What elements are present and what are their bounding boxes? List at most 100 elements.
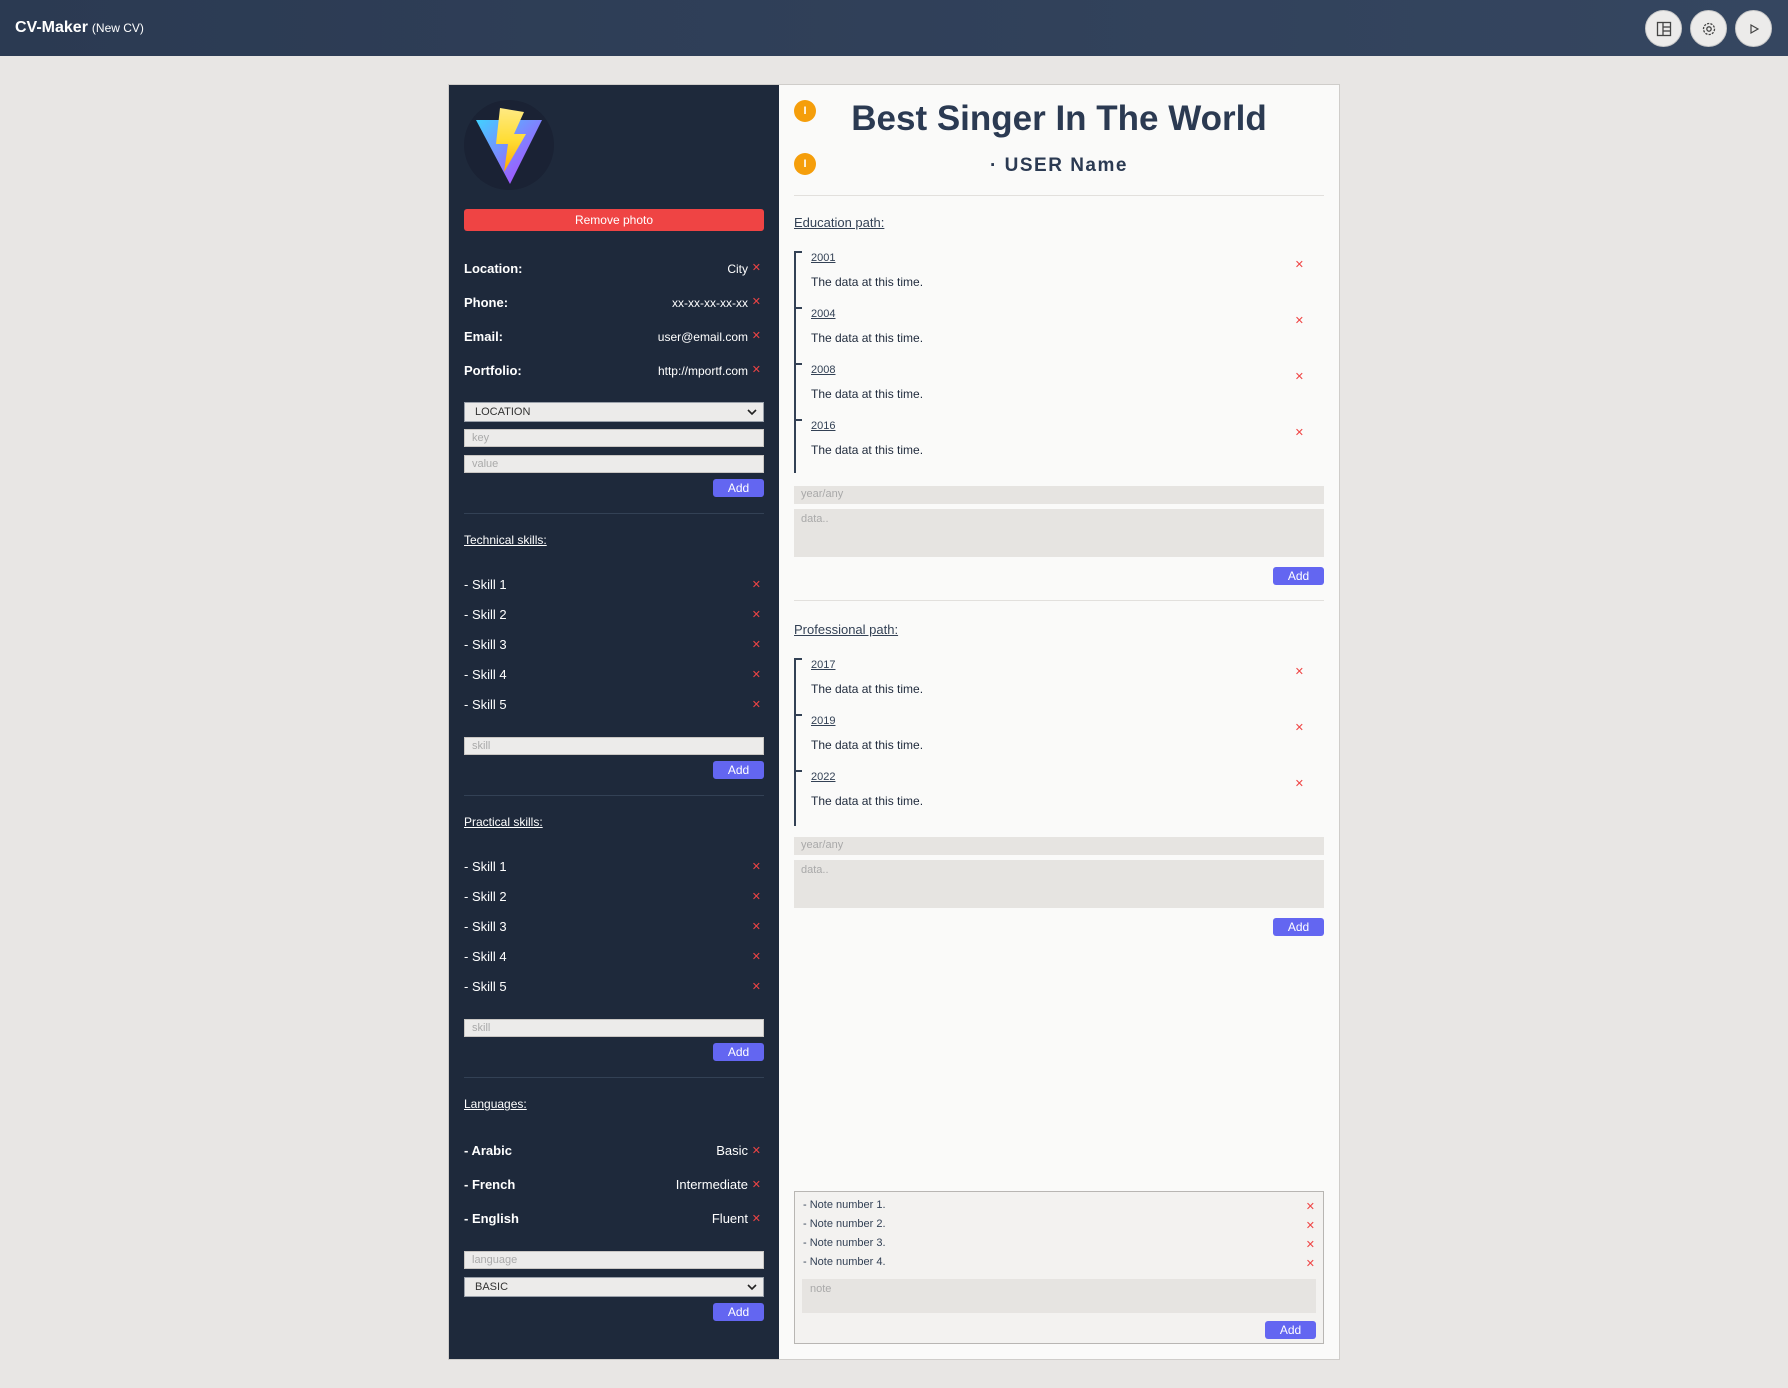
layout-button[interactable] [1645, 10, 1682, 47]
remove-photo-button[interactable]: Remove photo [464, 209, 764, 231]
list-item: - Skill 5 ✕ [464, 976, 764, 996]
language-name: - Arabic [464, 1143, 512, 1158]
chevron-down-icon [747, 1284, 757, 1291]
practical-skill-input[interactable]: skill [464, 1019, 764, 1037]
info-row-portfolio: Portfolio: http://mportf.com ✕ [464, 361, 764, 381]
info-key: Portfolio: [464, 363, 522, 378]
timeline-year[interactable]: 2001 [811, 252, 835, 264]
technical-skills-title: Technical skills: [464, 533, 547, 547]
professional-data-input[interactable]: data.. [794, 860, 1324, 908]
vite-logo-icon [476, 108, 542, 184]
professional-title: Professional path: [794, 622, 899, 637]
timeline-text: The data at this time. [811, 275, 924, 289]
close-icon[interactable]: ✕ [1306, 1240, 1315, 1251]
timeline-text: The data at this time. [811, 738, 924, 752]
close-icon[interactable]: ✕ [752, 670, 761, 681]
close-icon[interactable]: ✕ [752, 862, 761, 873]
preview-button[interactable] [1735, 10, 1772, 47]
timeline-year[interactable]: 2016 [811, 420, 835, 432]
info-row-location: Location: City ✕ [464, 259, 764, 279]
skill-label: - Skill 3 [464, 919, 507, 934]
skill-label: - Skill 1 [464, 859, 507, 874]
close-icon[interactable]: ✕ [752, 365, 761, 376]
list-item: - Skill 3 ✕ [464, 916, 764, 936]
close-icon[interactable]: ✕ [752, 1214, 761, 1225]
close-icon[interactable]: ✕ [752, 922, 761, 933]
close-icon[interactable]: ✕ [752, 580, 761, 591]
education-data-input[interactable]: data.. [794, 509, 1324, 557]
language-level: Fluent [711, 1211, 748, 1226]
timeline-year[interactable]: 2022 [811, 771, 835, 783]
settings-button[interactable] [1690, 10, 1727, 47]
info-value: xx-xx-xx-xx-xx [672, 296, 748, 310]
timeline-year[interactable]: 2008 [811, 364, 835, 376]
add-practical-skill-button[interactable]: Add [713, 1043, 764, 1061]
close-icon[interactable]: ✕ [752, 610, 761, 621]
timeline-tick [794, 363, 802, 365]
close-icon[interactable]: ✕ [1295, 667, 1304, 678]
close-icon[interactable]: ✕ [1295, 316, 1304, 327]
close-icon[interactable]: ✕ [752, 263, 761, 274]
cv-page: Remove photo Location: City ✕ Phone: xx-… [448, 84, 1340, 1360]
app-name: CV-Maker [15, 19, 88, 36]
technical-skill-input[interactable]: skill [464, 737, 764, 755]
add-language-button[interactable]: Add [713, 1303, 764, 1321]
info-value-input[interactable]: value [464, 455, 764, 473]
close-icon[interactable]: ✕ [1295, 779, 1304, 790]
timeline-tick [794, 714, 802, 716]
close-icon[interactable]: ✕ [752, 700, 761, 711]
timeline-tick [794, 770, 802, 772]
profile-photo[interactable] [464, 100, 554, 190]
close-icon[interactable]: ✕ [752, 640, 761, 651]
info-row-phone: Phone: xx-xx-xx-xx-xx ✕ [464, 293, 764, 313]
close-icon[interactable]: ✕ [752, 297, 761, 308]
language-input[interactable]: language [464, 1251, 764, 1269]
close-icon[interactable]: ✕ [752, 1146, 761, 1157]
language-level-select[interactable]: BASIC [464, 1277, 764, 1297]
info-key-input[interactable]: key [464, 429, 764, 447]
timeline-tick [794, 307, 802, 309]
list-item: - Note number 2. ✕ [803, 1218, 1315, 1234]
close-icon[interactable]: ✕ [752, 982, 761, 993]
timeline-item: 2004 The data at this time. ✕ [794, 307, 1324, 363]
info-value: user@email.com [657, 330, 748, 344]
close-icon[interactable]: ✕ [1306, 1221, 1315, 1232]
gear-icon [1702, 22, 1715, 35]
timeline-year[interactable]: 2017 [811, 659, 835, 671]
note-input[interactable]: note [802, 1279, 1316, 1313]
close-icon[interactable]: ✕ [1295, 260, 1304, 271]
timeline-text: The data at this time. [811, 331, 924, 345]
timeline-year[interactable]: 2004 [811, 308, 835, 320]
list-item: - Note number 1. ✕ [803, 1199, 1315, 1215]
timeline-year[interactable]: 2019 [811, 715, 835, 727]
info-row-email: Email: user@email.com ✕ [464, 327, 764, 347]
skill-label: - Skill 2 [464, 607, 507, 622]
cv-title: Best Singer In The World [851, 99, 1267, 138]
close-icon[interactable]: ✕ [1295, 372, 1304, 383]
skill-label: - Skill 2 [464, 889, 507, 904]
add-technical-skill-button[interactable]: Add [713, 761, 764, 779]
info-type-selected: LOCATION [475, 406, 531, 418]
language-level: Basic [716, 1143, 748, 1158]
close-icon[interactable]: ✕ [1295, 723, 1304, 734]
close-icon[interactable]: ✕ [1306, 1202, 1315, 1213]
close-icon[interactable]: ✕ [752, 952, 761, 963]
close-icon[interactable]: ✕ [752, 331, 761, 342]
timeline-tick [794, 251, 802, 253]
info-type-select[interactable]: LOCATION [464, 402, 764, 422]
add-info-button[interactable]: Add [713, 479, 764, 497]
timeline-text: The data at this time. [811, 443, 924, 457]
note-text: - Note number 2. [803, 1218, 886, 1230]
close-icon[interactable]: ✕ [1306, 1259, 1315, 1270]
add-education-button[interactable]: Add [1273, 567, 1324, 585]
divider [464, 795, 764, 796]
close-icon[interactable]: ✕ [752, 892, 761, 903]
add-professional-button[interactable]: Add [1273, 918, 1324, 936]
professional-year-input[interactable]: year/any [794, 837, 1324, 855]
close-icon[interactable]: ✕ [752, 1180, 761, 1191]
app-brand: CV-Maker (New CV) [15, 19, 144, 37]
cv-sidebar: Remove photo Location: City ✕ Phone: xx-… [449, 85, 779, 1359]
education-year-input[interactable]: year/any [794, 486, 1324, 504]
close-icon[interactable]: ✕ [1295, 428, 1304, 439]
add-note-button[interactable]: Add [1265, 1321, 1316, 1339]
